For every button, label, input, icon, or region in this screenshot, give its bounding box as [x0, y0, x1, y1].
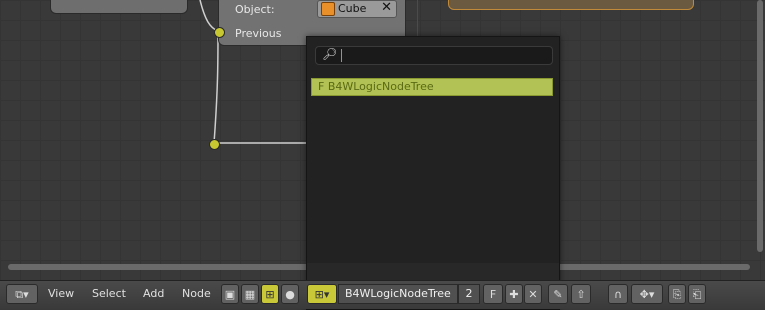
previous-socket[interactable]	[214, 27, 225, 38]
search-input[interactable]: 🔎︎	[315, 46, 553, 65]
logic-node-right[interactable]	[448, 0, 694, 10]
node-editor-header: ⧉▾ View Select Add Node ▣ ▦ ⊞ ● ⊞▾ B4WLo…	[0, 280, 765, 309]
go-to-parent-icon: ⇧	[576, 287, 586, 301]
shader-nodes-button[interactable]: ▣	[221, 284, 239, 304]
node-editor-icon: ⧉▾	[15, 287, 29, 301]
menu-select[interactable]: Select	[92, 287, 126, 300]
text-caret	[341, 49, 342, 62]
plus-icon: ✚	[509, 287, 519, 301]
object-field[interactable]: Cube ✕	[317, 0, 397, 18]
object-label: Object:	[235, 3, 275, 16]
snap-icon: ∩	[613, 287, 623, 301]
reroute-socket[interactable]	[209, 139, 220, 150]
vertical-scrollbar[interactable]	[757, 0, 763, 252]
snap-mode-icon: ✥▾	[639, 287, 655, 301]
x-icon: ✕	[528, 287, 538, 301]
snap-button[interactable]: ∩	[608, 284, 628, 304]
snap-mode-button[interactable]: ✥▾	[631, 284, 663, 304]
list-item[interactable]: F B4WLogicNodeTree	[311, 78, 553, 96]
go-to-parent-button[interactable]: ⇧	[571, 284, 591, 304]
paste-button[interactable]: ⎗	[688, 284, 706, 304]
pin-button[interactable]: ✎	[548, 284, 568, 304]
logic-nodes-icon: ⊞	[265, 287, 275, 301]
shader-nodes-icon: ▣	[224, 287, 236, 301]
cube-icon	[321, 2, 335, 16]
object-value: Cube	[338, 2, 367, 15]
fake-user-button[interactable]: F	[483, 284, 503, 304]
editor-type-button[interactable]: ⧉▾	[6, 284, 38, 304]
fake-user-label: F	[489, 287, 497, 301]
search-icon: 🔎︎	[322, 47, 338, 61]
node-tree-name-field[interactable]: B4WLogicNodeTree	[338, 284, 458, 304]
paste-icon: ⎗	[692, 287, 702, 301]
logic-node-left[interactable]	[50, 0, 188, 14]
logic-nodes-button[interactable]: ⊞	[261, 284, 279, 304]
texture-nodes-icon: ▦	[244, 287, 256, 301]
copy-button[interactable]: ⎘	[668, 284, 686, 304]
browse-node-tree-button[interactable]: ⊞▾	[307, 284, 337, 304]
copy-icon: ⎘	[672, 287, 682, 301]
new-node-tree-button[interactable]: ✚	[505, 284, 523, 304]
node-tree-search-popup[interactable]: 🔎︎ F B4WLogicNodeTree	[306, 36, 560, 310]
texture-nodes-button[interactable]: ▦	[241, 284, 259, 304]
browse-node-tree-icon: ⊞▾	[314, 287, 330, 301]
menu-add[interactable]: Add	[143, 287, 164, 300]
material-ball-icon: ●	[285, 287, 295, 301]
close-icon[interactable]: ✕	[381, 0, 392, 15]
menu-node[interactable]: Node	[182, 287, 211, 300]
pin-icon: ✎	[553, 287, 563, 301]
material-ball-button[interactable]: ●	[281, 284, 299, 304]
menu-view[interactable]: View	[48, 287, 74, 300]
unlink-node-tree-button[interactable]: ✕	[524, 284, 542, 304]
users-count[interactable]: 2	[458, 284, 480, 304]
previous-socket-label: Previous	[235, 27, 282, 40]
